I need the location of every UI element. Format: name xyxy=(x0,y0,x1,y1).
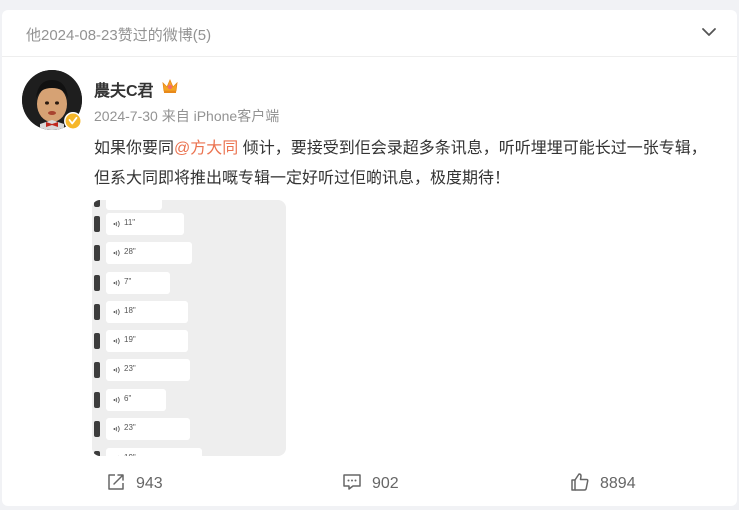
voice-duration: 19" xyxy=(124,453,136,456)
voice-bubble: 18" xyxy=(106,301,188,323)
voice-duration: 23" xyxy=(124,423,136,432)
verified-badge-icon xyxy=(64,112,82,130)
voice-bubble: 7" xyxy=(106,272,170,294)
voice-message-row: 7" xyxy=(92,272,286,294)
thumbs-up-icon xyxy=(571,473,589,491)
sender-avatar xyxy=(94,451,100,456)
author-name[interactable]: 農夫C君 xyxy=(94,77,154,101)
action-bar: 943 902 8894 xyxy=(2,462,737,502)
repost-count: 943 xyxy=(136,475,163,492)
sender-avatar xyxy=(94,362,100,378)
voice-wave-icon xyxy=(113,249,120,257)
voice-duration: 23" xyxy=(124,364,136,373)
voice-duration: 18" xyxy=(124,306,136,315)
voice-message-row: 19" xyxy=(92,330,286,352)
voice-wave-icon xyxy=(113,308,120,316)
sender-avatar xyxy=(94,392,100,408)
sender-avatar xyxy=(94,421,100,437)
like-count: 8894 xyxy=(600,475,636,492)
voice-duration: 11" xyxy=(124,218,136,227)
mention-link[interactable]: @方大同 xyxy=(174,140,238,157)
crown-badge-icon xyxy=(162,78,178,93)
card-header: 他2024-08-23赞过的微博(5) xyxy=(2,10,737,57)
voice-bubble: 6" xyxy=(106,389,166,411)
weibo-card: 他2024-08-23赞过的微博(5) 農夫C君 2024-7-30 来自 iP… xyxy=(2,10,737,506)
sender-avatar xyxy=(94,200,100,207)
voice-wave-icon xyxy=(113,220,120,228)
voice-wave-icon xyxy=(113,366,120,374)
sender-avatar xyxy=(94,275,100,291)
voice-bubble: 19" xyxy=(106,448,202,456)
comment-icon xyxy=(343,474,361,490)
voice-wave-icon xyxy=(113,337,120,345)
sender-avatar xyxy=(94,245,100,261)
comment-count: 902 xyxy=(372,475,399,492)
voice-wave-icon xyxy=(113,425,120,433)
voice-duration: 19" xyxy=(124,335,136,344)
voice-duration: 6" xyxy=(124,394,132,403)
post-meta: 2024-7-30 来自 iPhone客户端 xyxy=(94,106,279,126)
voice-message-row: 11" xyxy=(92,213,286,235)
voice-duration: 28" xyxy=(124,247,136,256)
voice-bubble: 19" xyxy=(106,330,188,352)
liked-on-header: 他2024-08-23赞过的微博(5) xyxy=(26,27,212,44)
chevron-down-icon[interactable] xyxy=(699,22,719,42)
post-image[interactable]: 11" 28" 7" 18" 19" 23" 6" 23" 19" xyxy=(92,200,286,456)
voice-bubble: 28" xyxy=(106,242,192,264)
sender-avatar xyxy=(94,333,100,349)
voice-duration: 7" xyxy=(124,277,132,286)
voice-bubble xyxy=(106,200,162,210)
voice-message-row: 23" xyxy=(92,418,286,440)
voice-message-row: 18" xyxy=(92,301,286,323)
voice-bubble: 11" xyxy=(106,213,184,235)
voice-message-row xyxy=(92,200,286,210)
voice-bubble: 23" xyxy=(106,359,190,381)
sender-avatar xyxy=(94,216,100,232)
voice-wave-icon xyxy=(118,455,119,456)
voice-message-row: 6" xyxy=(92,389,286,411)
post-date[interactable]: 2024-7-30 xyxy=(94,108,158,124)
post-source: 来自 iPhone客户端 xyxy=(161,108,280,124)
voice-message-row: 28" xyxy=(92,242,286,264)
post-text-before: 如果你要同 xyxy=(94,140,175,157)
voice-bubble: 23" xyxy=(106,418,190,440)
voice-wave-icon xyxy=(113,396,120,404)
voice-wave-icon xyxy=(113,279,120,287)
post-text: 如果你要同@方大同 倾计，要接受到佢会录超多条讯息，听听埋埋可能长过一张专辑，但… xyxy=(94,134,714,194)
voice-message-row: 23" xyxy=(92,359,286,381)
share-icon xyxy=(108,474,124,490)
sender-avatar xyxy=(94,304,100,320)
voice-message-row: 19" xyxy=(92,448,286,456)
